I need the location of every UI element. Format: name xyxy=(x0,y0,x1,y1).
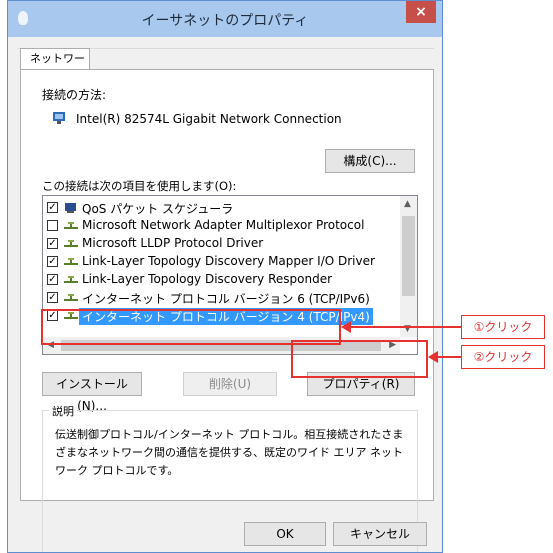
tab-network[interactable]: ネットワーク xyxy=(20,48,90,85)
list-item-label: Link-Layer Topology Discovery Mapper I/O… xyxy=(82,254,375,268)
description-text: 伝送制御プロトコル/インターネット プロトコル。相互接続されたさまざまなネットワ… xyxy=(55,428,404,477)
list-item[interactable]: Microsoft Network Adapter Multiplexor Pr… xyxy=(47,217,397,235)
checkbox[interactable] xyxy=(47,292,58,303)
list-item[interactable]: Microsoft LLDP Protocol Driver xyxy=(47,235,397,253)
description-label: 説明 xyxy=(49,403,77,419)
scroll-thumb[interactable] xyxy=(402,216,415,296)
checkbox[interactable] xyxy=(47,220,58,231)
list-item-label: Microsoft Network Adapter Multiplexor Pr… xyxy=(82,218,365,232)
arrow-head-icon xyxy=(341,321,351,333)
vertical-scrollbar[interactable]: ▲ ▼ xyxy=(400,196,417,337)
highlight-properties xyxy=(291,340,428,378)
qos-icon xyxy=(65,203,76,213)
protocol-icon xyxy=(64,276,78,283)
list-item-label: Link-Layer Topology Discovery Responder xyxy=(82,272,333,286)
cancel-button[interactable]: キャンセル xyxy=(333,522,427,546)
configure-button[interactable]: 構成(C)... xyxy=(325,149,415,173)
adapter-icon xyxy=(53,112,65,124)
arrow-head-icon xyxy=(428,351,438,363)
properties-dialog: イーサネットのプロパティ × ネットワーク 接続の方法: Intel(R) 82… xyxy=(7,0,443,553)
list-item[interactable]: Link-Layer Topology Discovery Responder xyxy=(47,271,397,289)
list-item[interactable]: インターネット プロトコル バージョン 6 (TCP/IPv6) xyxy=(47,289,397,307)
checkbox[interactable] xyxy=(47,238,58,249)
checkbox[interactable] xyxy=(47,202,58,213)
scroll-up-icon[interactable]: ▲ xyxy=(404,199,411,209)
title-bar: イーサネットのプロパティ × xyxy=(8,1,442,37)
list-item[interactable]: QoS パケット スケジューラ xyxy=(47,199,397,217)
window-title: イーサネットのプロパティ xyxy=(141,13,309,29)
arrow-line xyxy=(351,326,461,328)
arrow-line xyxy=(438,356,461,358)
callout-step1: ①クリック xyxy=(461,315,545,339)
protocol-icon xyxy=(64,240,78,247)
items-label: この接続は次の項目を使用します(O): xyxy=(42,179,237,193)
checkbox[interactable] xyxy=(47,256,58,267)
list-item[interactable]: Link-Layer Topology Discovery Mapper I/O… xyxy=(47,253,397,271)
list-item-label: Microsoft LLDP Protocol Driver xyxy=(82,236,264,250)
close-button[interactable]: × xyxy=(406,1,436,23)
protocol-icon xyxy=(64,294,78,301)
protocol-icon xyxy=(64,258,78,265)
list-item-label: インターネット プロトコル バージョン 6 (TCP/IPv6) xyxy=(82,292,370,306)
connect-using-label: 接続の方法: xyxy=(42,88,107,102)
tab-panel: 接続の方法: Intel(R) 82574L Gigabit Network C… xyxy=(20,69,434,552)
checkbox[interactable] xyxy=(47,274,58,285)
adapter-name: Intel(R) 82574L Gigabit Network Connecti… xyxy=(76,112,342,126)
list-item-label: QoS パケット スケジューラ xyxy=(82,202,234,216)
protocol-icon xyxy=(64,222,78,229)
ok-button[interactable]: OK xyxy=(244,522,326,546)
callout-step2: ②クリック xyxy=(461,345,545,369)
install-button[interactable]: インストール(N)... xyxy=(42,372,142,413)
uninstall-button[interactable]: 削除(U) xyxy=(183,372,277,396)
